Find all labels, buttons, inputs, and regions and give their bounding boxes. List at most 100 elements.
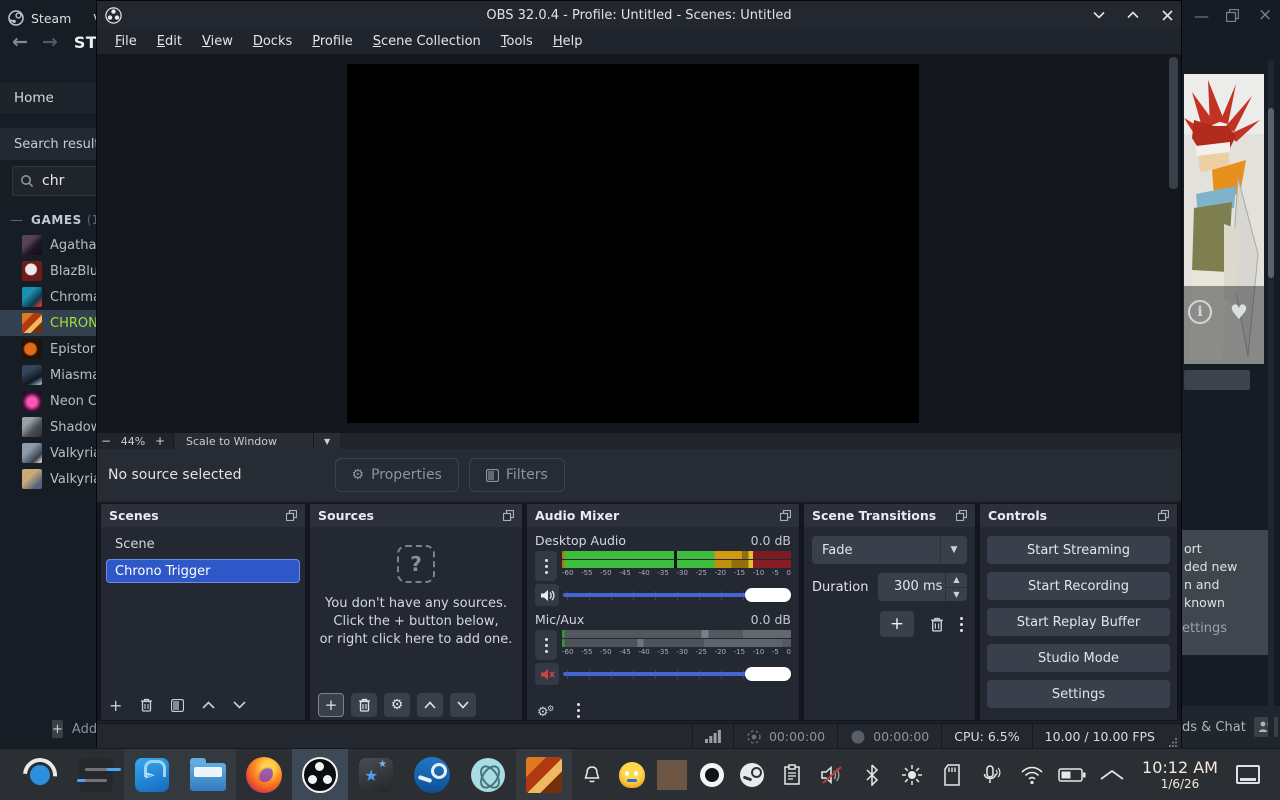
channel-menu-button kebab-icon[interactable] xyxy=(535,630,557,660)
list-item[interactable]: Agatha xyxy=(0,232,96,258)
spin-down-icon[interactable]: ▼ xyxy=(946,586,967,602)
control-button[interactable]: Start Recording xyxy=(987,572,1170,600)
slime-tray-icon[interactable] xyxy=(612,749,652,800)
scrollbar[interactable] xyxy=(1268,60,1274,748)
favorite-heart-icon[interactable]: ♥ xyxy=(1230,300,1248,324)
list-item[interactable]: BlazBlue xyxy=(0,258,96,284)
scale-mode-dropdown[interactable]: Scale to Window ▼ xyxy=(173,433,341,449)
move-source-down-button[interactable] xyxy=(450,693,476,717)
discover-icon[interactable] xyxy=(124,748,180,800)
list-item[interactable]: CHRONO xyxy=(0,310,96,336)
brightness-icon[interactable] xyxy=(892,749,932,800)
remove-transition-button trash-icon[interactable] xyxy=(930,617,944,632)
list-item[interactable]: Valkyria xyxy=(0,440,96,466)
friends-chat-bar[interactable]: ds & Chat xyxy=(1182,706,1280,748)
advanced-audio-gears-icon[interactable]: ⚙⚙ xyxy=(537,703,555,718)
clock[interactable]: 10:12 AM 1/6/26 xyxy=(1132,758,1228,791)
file-manager-icon[interactable] xyxy=(180,748,236,800)
resize-grip[interactable] xyxy=(1167,724,1181,750)
add-scene-button[interactable]: + xyxy=(109,696,122,715)
popout-icon[interactable] xyxy=(956,510,967,521)
list-item[interactable]: Neon Ch xyxy=(0,388,96,414)
control-button[interactable]: Studio Mode xyxy=(987,644,1170,672)
zoom-in-button[interactable]: + xyxy=(151,434,169,448)
list-item[interactable]: Miasma xyxy=(0,362,96,388)
control-button[interactable]: Start Streaming xyxy=(987,536,1170,564)
preview-canvas[interactable] xyxy=(347,64,919,423)
clipboard-icon[interactable] xyxy=(772,749,812,800)
close-icon[interactable]: × xyxy=(1258,5,1272,25)
tray-expand-caret-icon[interactable] xyxy=(1092,749,1132,800)
microphone-icon[interactable] xyxy=(972,749,1012,800)
menu-item[interactable]: View xyxy=(192,31,243,52)
zoom-out-button[interactable]: − xyxy=(97,434,115,448)
control-button[interactable]: Start Replay Buffer xyxy=(987,608,1170,636)
list-item[interactable]: Valkyria xyxy=(0,466,96,492)
properties-button[interactable]: ⚙ Properties xyxy=(334,458,459,492)
wifi-icon[interactable] xyxy=(1012,749,1052,800)
sd-card-icon[interactable] xyxy=(932,749,972,800)
steam-task-icon[interactable] xyxy=(404,749,460,800)
mixer-menu-button kebab-icon[interactable] xyxy=(577,703,580,718)
scene-item[interactable]: Scene xyxy=(106,532,300,556)
transition-dropdown[interactable]: Fade ▼ xyxy=(812,536,967,564)
slider-handle[interactable] xyxy=(745,667,791,681)
popout-icon[interactable] xyxy=(1158,510,1169,521)
back-arrow[interactable]: ← xyxy=(12,31,28,53)
scene-item[interactable]: Chrono Trigger xyxy=(106,559,300,583)
menu-item[interactable]: Tools xyxy=(491,31,543,52)
remove-source-button[interactable] xyxy=(351,693,377,717)
menu-item[interactable]: Profile xyxy=(302,31,362,52)
volume-slider[interactable] xyxy=(563,666,791,682)
menu-item[interactable]: Scene Collection xyxy=(363,31,491,52)
info-icon[interactable]: i xyxy=(1188,300,1212,324)
remove-scene-button trash-icon[interactable] xyxy=(140,698,153,712)
volume-muted-icon[interactable] xyxy=(812,749,852,800)
minimize-icon[interactable]: — xyxy=(1194,7,1209,25)
minimize-icon[interactable] xyxy=(1091,7,1107,23)
add-transition-button[interactable]: + xyxy=(880,611,914,637)
menu-item[interactable]: Docks xyxy=(243,31,302,52)
settings-link[interactable]: ettings xyxy=(1182,620,1227,638)
transition-menu-button kebab-icon[interactable] xyxy=(960,616,963,632)
filters-button[interactable]: Filters xyxy=(468,458,565,492)
menu-item[interactable]: File xyxy=(105,31,147,52)
system-settings-icon[interactable] xyxy=(68,749,124,800)
duration-spinbox[interactable]: 300 ms ▲ ▼ xyxy=(878,573,967,601)
scene-filters-icon[interactable] xyxy=(171,698,185,712)
menu-item[interactable]: Edit xyxy=(147,31,192,52)
steam-tray-icon[interactable] xyxy=(732,749,772,800)
show-desktop-button[interactable] xyxy=(1228,749,1268,800)
move-down-icon[interactable] xyxy=(233,701,246,709)
preview-scrollbar-thumb[interactable] xyxy=(1169,57,1178,189)
firefox-icon[interactable] xyxy=(236,749,292,800)
list-item[interactable]: Epistory xyxy=(0,336,96,362)
channel-menu-button kebab-icon[interactable] xyxy=(535,551,557,581)
scrollbar-thumb[interactable] xyxy=(1268,108,1274,278)
menu-item[interactable]: Help xyxy=(543,31,593,52)
mute-toggle-button[interactable] xyxy=(535,584,559,606)
games-section-header[interactable]: — GAMES (10/ xyxy=(0,211,96,229)
forward-arrow[interactable]: → xyxy=(42,31,58,53)
slider-handle[interactable] xyxy=(745,588,791,602)
source-properties-button[interactable]: ⚙ xyxy=(384,693,410,717)
control-button[interactable]: Settings xyxy=(987,680,1170,708)
notifications-bell-icon[interactable] xyxy=(572,749,612,800)
steam-menu[interactable]: Steam xyxy=(31,11,71,26)
move-up-icon[interactable] xyxy=(202,701,215,709)
obs-task-icon[interactable] xyxy=(292,748,348,800)
stars-app-icon[interactable] xyxy=(348,749,404,800)
mute-toggle-button[interactable] xyxy=(535,663,559,685)
maximize-icon[interactable] xyxy=(1125,7,1141,23)
add-source-button[interactable]: + xyxy=(318,693,344,717)
app-launcher-icon[interactable] xyxy=(12,749,68,800)
search-input[interactable]: chr xyxy=(12,166,96,196)
atom-app-icon[interactable] xyxy=(460,749,516,800)
obs-titlebar[interactable]: OBS 32.0.4 - Profile: Untitled - Scenes:… xyxy=(97,1,1181,29)
home-tab[interactable]: Home xyxy=(0,83,96,113)
restore-icon[interactable] xyxy=(1226,9,1239,22)
brown-square-tray-icon[interactable] xyxy=(652,749,692,800)
chrono-trigger-task-icon[interactable] xyxy=(516,748,572,800)
obs-tray-icon[interactable] xyxy=(692,749,732,800)
store-nav[interactable]: STORE xyxy=(74,33,96,52)
